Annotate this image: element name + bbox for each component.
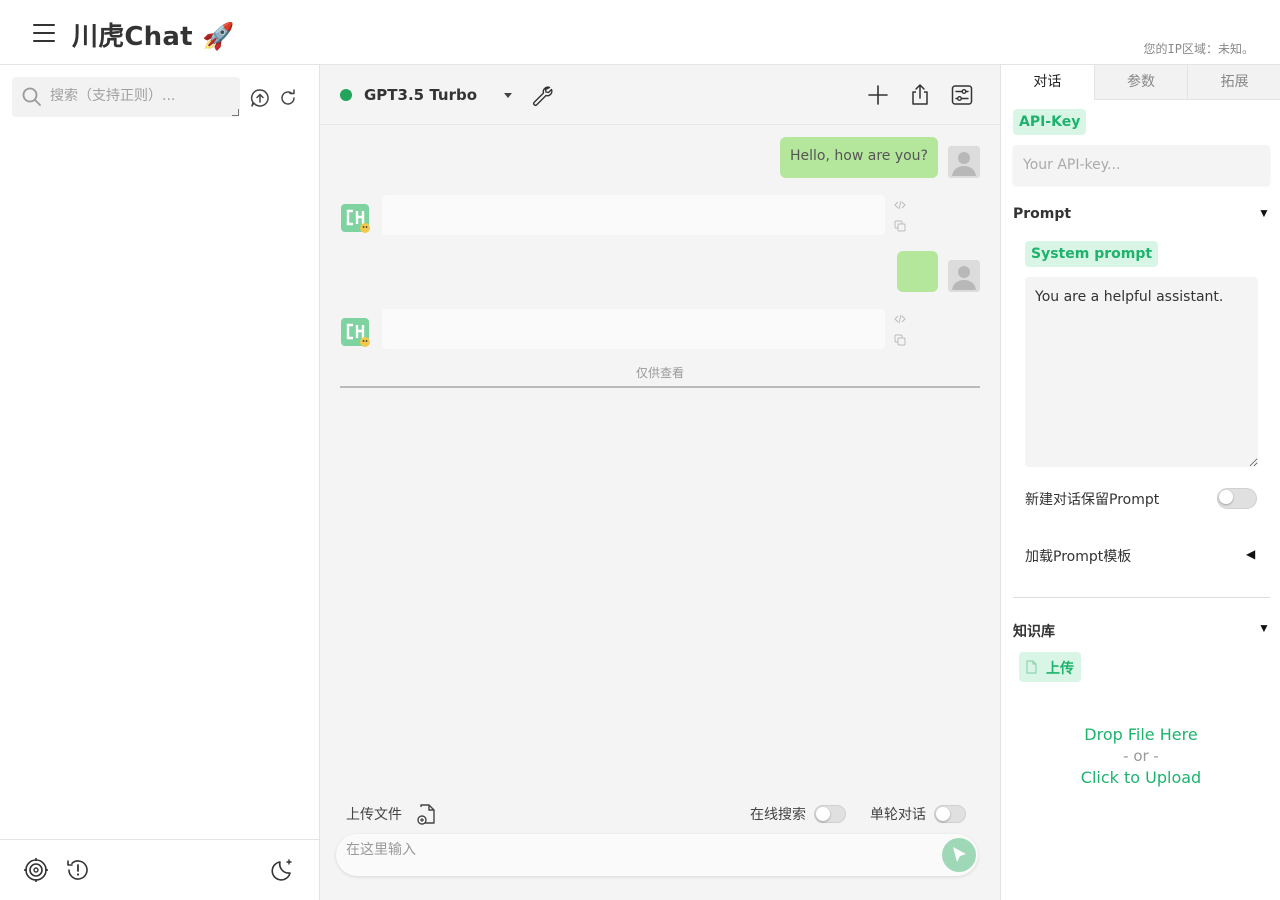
chat-area: GPT3.5 Turbo Hello, how are you? 仅供查看 上传… xyxy=(320,65,1000,900)
upload-button-label: 上传 xyxy=(1046,661,1074,677)
app-title: 川虎Chat 🚀 xyxy=(72,22,235,52)
user-message-bubble: Hello, how are you? xyxy=(780,137,938,178)
chuanhu-bot-avatar xyxy=(341,204,370,233)
collapse-caret-icon[interactable]: ▼ xyxy=(1258,621,1270,635)
single-turn-label: 单轮对话 xyxy=(870,807,926,823)
user-message-bubble xyxy=(897,251,938,292)
send-button[interactable] xyxy=(942,838,976,872)
single-turn-toggle[interactable] xyxy=(934,805,966,823)
click-to-upload-text[interactable]: Click to Upload xyxy=(1001,768,1280,787)
history-alert-icon[interactable] xyxy=(65,857,91,883)
raw-code-icon[interactable] xyxy=(894,199,906,211)
collapse-caret-icon[interactable]: ▼ xyxy=(1258,206,1270,220)
copy-icon[interactable] xyxy=(894,334,906,346)
drop-file-text[interactable]: Drop File Here xyxy=(1001,725,1280,744)
model-selector[interactable]: GPT3.5 Turbo xyxy=(364,86,477,104)
bot-message-bubble xyxy=(382,309,885,349)
sidebar-footer xyxy=(0,839,319,900)
divider xyxy=(340,386,980,388)
api-key-label: API-Key xyxy=(1013,109,1087,135)
settings-sliders-icon[interactable] xyxy=(950,83,974,107)
online-search-toggle[interactable] xyxy=(814,805,846,823)
history-sidebar xyxy=(0,65,320,900)
copy-icon[interactable] xyxy=(894,220,906,232)
ip-region-text: 您的IP区域：未知。 xyxy=(1143,42,1254,56)
refresh-icon[interactable] xyxy=(277,87,299,109)
keep-prompt-toggle[interactable] xyxy=(1217,488,1257,509)
wrench-icon[interactable] xyxy=(530,83,554,107)
resize-handle[interactable] xyxy=(232,109,239,116)
panel-tabs: 对话 参数 拓展 xyxy=(1001,65,1280,100)
user-avatar xyxy=(948,146,980,178)
load-template-label[interactable]: 加载Prompt模板 xyxy=(1025,546,1131,566)
tab-extensions[interactable]: 拓展 xyxy=(1187,65,1280,100)
system-prompt-label: System prompt xyxy=(1025,241,1159,267)
file-upload-icon[interactable] xyxy=(416,803,436,825)
search-icon xyxy=(22,87,41,106)
upload-button[interactable]: 上传 xyxy=(1019,652,1081,682)
dark-mode-moon-icon[interactable] xyxy=(270,857,296,883)
file-icon xyxy=(1026,660,1037,674)
expand-caret-icon[interactable]: ◀ xyxy=(1246,547,1255,561)
online-search-label: 在线搜索 xyxy=(750,807,806,823)
divider xyxy=(1013,597,1270,598)
chuanhu-bot-avatar xyxy=(341,318,370,347)
upload-history-icon[interactable] xyxy=(249,87,271,109)
or-text: - or - xyxy=(1123,747,1159,765)
user-silhouette-icon xyxy=(952,266,976,290)
settings-panel: 对话 参数 拓展 API-Key Prompt ▼ System prompt … xyxy=(1000,65,1280,900)
settings-gear-icon[interactable] xyxy=(23,857,49,883)
tab-params[interactable]: 参数 xyxy=(1093,65,1188,100)
bot-message-bubble xyxy=(382,195,885,235)
file-drop-zone[interactable]: Drop File Here - or - Click to Upload xyxy=(1001,725,1280,787)
upload-file-label[interactable]: 上传文件 xyxy=(346,804,402,824)
system-prompt-textarea[interactable] xyxy=(1025,277,1258,467)
knowledge-section-title[interactable]: 知识库 xyxy=(1013,621,1055,641)
user-silhouette-icon xyxy=(952,152,976,176)
view-only-label: 仅供查看 xyxy=(635,366,684,380)
history-search-box xyxy=(12,77,240,117)
share-icon[interactable] xyxy=(908,83,932,107)
send-arrow-icon xyxy=(953,847,966,862)
chevron-down-icon[interactable] xyxy=(504,93,512,98)
new-chat-plus-icon[interactable] xyxy=(866,83,890,107)
tab-chat[interactable]: 对话 xyxy=(1001,65,1094,100)
api-key-input[interactable] xyxy=(1013,145,1270,185)
menu-icon[interactable] xyxy=(33,24,57,44)
user-avatar xyxy=(948,260,980,292)
prompt-section-title[interactable]: Prompt xyxy=(1013,206,1071,222)
history-search-input[interactable] xyxy=(50,77,230,115)
chat-input-box xyxy=(336,834,978,876)
app-header: 川虎Chat 🚀 您的IP区域：未知。 xyxy=(0,0,1280,65)
raw-code-icon[interactable] xyxy=(894,313,906,325)
keep-prompt-label: 新建对话保留Prompt xyxy=(1025,492,1160,508)
model-status-dot xyxy=(340,89,352,101)
chat-toolbar: GPT3.5 Turbo xyxy=(320,65,1000,125)
chat-input[interactable] xyxy=(346,837,936,873)
